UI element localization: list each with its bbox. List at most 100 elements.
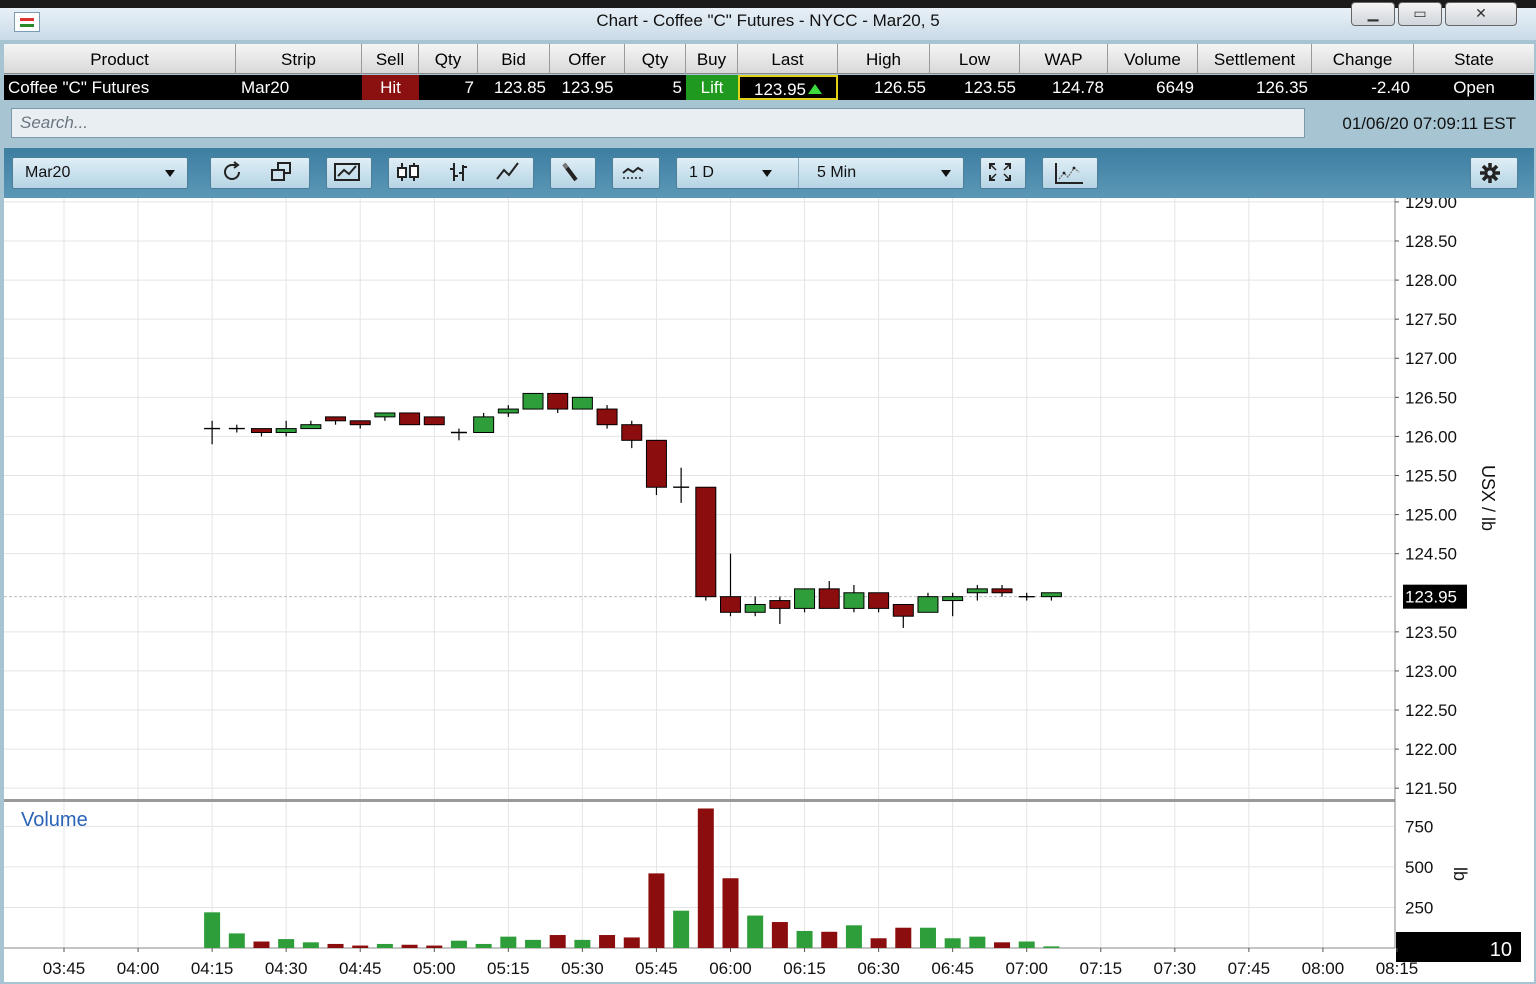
indicator-icon bbox=[620, 161, 652, 185]
volume-bar bbox=[821, 931, 838, 948]
candle-body bbox=[991, 588, 1013, 594]
price-tick-label: 123.50 bbox=[1405, 623, 1457, 642]
volume-bar bbox=[623, 937, 640, 948]
time-tick-label: 06:30 bbox=[857, 959, 900, 978]
volume-bar bbox=[253, 941, 270, 948]
cell-product: Coffee "C" Futures bbox=[8, 78, 150, 97]
volume-bar bbox=[648, 873, 665, 948]
ohlc-bar-icon[interactable] bbox=[445, 161, 477, 185]
range-chevron-icon[interactable] bbox=[762, 170, 772, 177]
candle-body bbox=[497, 408, 519, 414]
time-tick-label: 04:30 bbox=[265, 959, 308, 978]
price-tick-label: 128.50 bbox=[1405, 232, 1457, 251]
volume-bar bbox=[673, 910, 690, 948]
volume-bar bbox=[919, 927, 936, 948]
cell-state: Open bbox=[1453, 78, 1495, 97]
candle-body bbox=[744, 603, 766, 613]
header-high[interactable]: High bbox=[838, 44, 930, 74]
contract-select[interactable]: Mar20 bbox=[12, 157, 188, 189]
header-product[interactable]: Product bbox=[4, 44, 236, 74]
interval-chevron-icon[interactable] bbox=[941, 170, 951, 177]
time-tick-label: 06:15 bbox=[783, 959, 826, 978]
header-wap[interactable]: WAP bbox=[1020, 44, 1108, 74]
header-offer-qty[interactable]: Qty bbox=[625, 44, 686, 74]
fit-chart-button[interactable] bbox=[980, 157, 1026, 189]
candle-body bbox=[868, 592, 890, 609]
candle-body bbox=[942, 596, 964, 602]
duplicate-window-icon[interactable] bbox=[269, 161, 301, 185]
time-tick-label: 08:00 bbox=[1302, 959, 1345, 978]
price-tick-label: 121.50 bbox=[1405, 779, 1457, 798]
lift-button[interactable]: Lift bbox=[686, 75, 738, 100]
range-interval-group: 1 D 5 Min bbox=[676, 157, 964, 189]
header-bid[interactable]: Bid bbox=[478, 44, 550, 74]
candlestick-icon[interactable] bbox=[395, 161, 427, 185]
window-title: Chart - Coffee "C" Futures - NYCC - Mar2… bbox=[596, 11, 940, 30]
price-tick-label: 122.50 bbox=[1405, 701, 1457, 720]
volume-bar bbox=[944, 938, 961, 948]
volume-bar bbox=[525, 939, 542, 948]
header-settlement[interactable]: Settlement bbox=[1198, 44, 1312, 74]
volume-bar bbox=[969, 936, 986, 948]
volume-bar bbox=[352, 945, 369, 948]
cell-last: 123.95 bbox=[738, 75, 838, 100]
price-volume-chart[interactable]: 129.00 128.50 128.00 127.50 127.00 126.50 126.… bbox=[4, 198, 1534, 982]
minimize-button[interactable]: ▁ bbox=[1351, 2, 1395, 26]
time-tick-label: 05:45 bbox=[635, 959, 678, 978]
header-state[interactable]: State bbox=[1414, 44, 1534, 74]
price-tick-label: 124.50 bbox=[1405, 545, 1457, 564]
maximize-button[interactable]: ▭ bbox=[1398, 2, 1442, 26]
panel-divider bbox=[4, 799, 1395, 802]
last-price-label: 123.95 bbox=[1405, 588, 1457, 607]
toolbar-divider bbox=[798, 158, 799, 188]
volume-bar bbox=[895, 927, 912, 948]
header-buy[interactable]: Buy bbox=[686, 44, 738, 74]
cell-change: -2.40 bbox=[1371, 78, 1410, 97]
up-arrow-icon bbox=[808, 83, 822, 94]
time-tick-label: 04:15 bbox=[191, 959, 234, 978]
header-bid-qty[interactable]: Qty bbox=[419, 44, 478, 74]
search-input[interactable] bbox=[11, 108, 1305, 138]
header-strip[interactable]: Strip bbox=[236, 44, 362, 74]
close-button[interactable]: ✕ bbox=[1445, 2, 1517, 26]
scatter-view-button[interactable] bbox=[1042, 157, 1098, 189]
volume-tick-label: 750 bbox=[1405, 817, 1433, 836]
cell-offer: 123.95 bbox=[561, 78, 614, 97]
price-tick-label: 123.00 bbox=[1405, 662, 1457, 681]
volume-tick-label: 250 bbox=[1405, 898, 1433, 917]
time-tick-label: 04:45 bbox=[339, 959, 382, 978]
chart-area[interactable]: 129.00 128.50 128.00 127.50 127.00 126.50 126.… bbox=[4, 198, 1534, 982]
range-select[interactable]: 1 D bbox=[689, 158, 714, 188]
header-volume[interactable]: Volume bbox=[1108, 44, 1198, 74]
price-tick-label: 127.00 bbox=[1405, 349, 1457, 368]
header-sell[interactable]: Sell bbox=[362, 44, 419, 74]
indicators-button[interactable] bbox=[612, 157, 660, 189]
expand-icon bbox=[987, 161, 1019, 185]
volume-bar bbox=[302, 942, 319, 948]
candle-body bbox=[843, 592, 865, 609]
volume-bar bbox=[722, 878, 739, 948]
quote-row[interactable]: Coffee "C" Futures Mar20 Hit 7 123.85 12… bbox=[4, 75, 1534, 100]
chart-type-group bbox=[388, 157, 534, 189]
cell-wap: 124.78 bbox=[1052, 78, 1104, 97]
price-tick-label: 122.00 bbox=[1405, 740, 1457, 759]
interval-select[interactable]: 5 Min bbox=[817, 158, 856, 188]
chart-template-button[interactable] bbox=[326, 157, 372, 189]
volume-bar bbox=[574, 939, 591, 948]
reset-icon[interactable] bbox=[219, 161, 251, 185]
volume-tick-label: 500 bbox=[1405, 858, 1433, 877]
header-offer[interactable]: Offer bbox=[550, 44, 625, 74]
settings-button[interactable] bbox=[1470, 157, 1518, 189]
candle-body bbox=[818, 588, 840, 609]
line-chart-icon[interactable] bbox=[495, 161, 527, 185]
volume-bar bbox=[796, 930, 813, 948]
volume-bar bbox=[204, 912, 221, 948]
hit-button[interactable]: Hit bbox=[362, 75, 419, 100]
header-last[interactable]: Last bbox=[738, 44, 838, 74]
price-tick-label: 128.00 bbox=[1405, 271, 1457, 290]
header-change[interactable]: Change bbox=[1312, 44, 1414, 74]
draw-tool-button[interactable] bbox=[550, 157, 596, 189]
header-low[interactable]: Low bbox=[930, 44, 1020, 74]
price-axis-label: USX / lb bbox=[1478, 465, 1498, 531]
chart-window: Chart - Coffee "C" Futures - NYCC - Mar2… bbox=[0, 0, 1536, 984]
